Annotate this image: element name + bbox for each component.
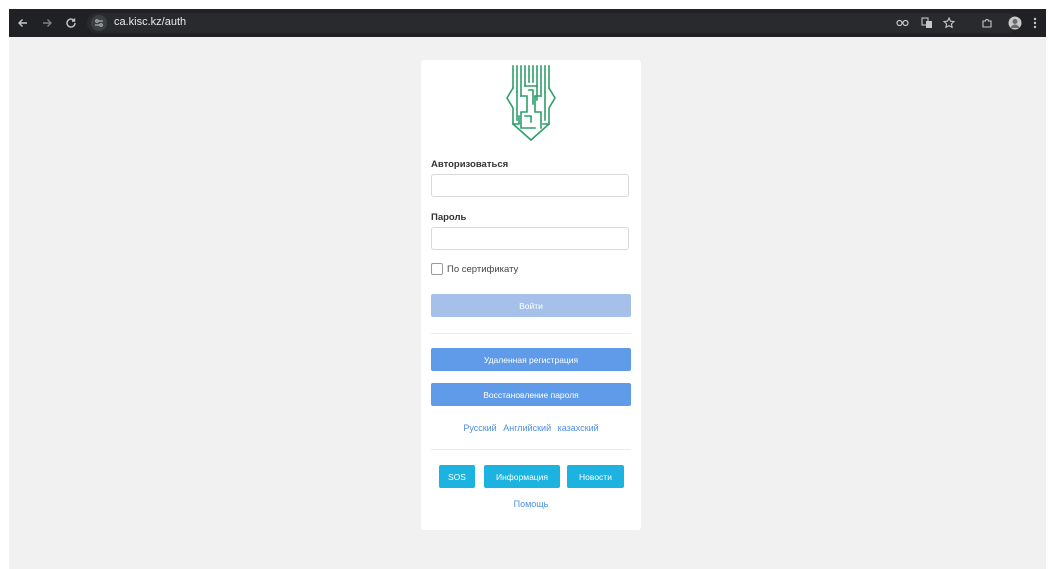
kisc-logo [505, 64, 557, 144]
browser-window: ca.kisc.kz/auth Авторизоваться Пароль По… [9, 9, 1046, 569]
profile-avatar-icon[interactable] [1007, 15, 1023, 31]
forward-icon[interactable] [39, 15, 55, 31]
username-label: Авторизоваться [431, 159, 509, 170]
browser-toolbar: ca.kisc.kz/auth [9, 9, 1046, 37]
password-label: Пароль [431, 212, 467, 223]
sos-button[interactable]: SOS [439, 465, 475, 488]
certificate-label: По сертификату [447, 263, 519, 275]
divider [431, 449, 631, 450]
language-switcher: Русский Английский казахский [421, 423, 641, 433]
language-link-russian[interactable]: Русский [463, 423, 496, 433]
back-icon[interactable] [15, 15, 31, 31]
language-link-kazakh[interactable]: казахский [558, 423, 599, 433]
language-link-english[interactable]: Английский [503, 423, 551, 433]
password-key-icon[interactable] [895, 15, 911, 31]
news-button[interactable]: Новости [567, 465, 624, 488]
url-text[interactable]: ca.kisc.kz/auth [114, 16, 186, 28]
certificate-option[interactable]: По сертификату [431, 263, 518, 275]
extensions-icon[interactable] [979, 15, 995, 31]
divider [431, 333, 631, 334]
site-info-icon[interactable] [91, 15, 107, 31]
reload-icon[interactable] [63, 15, 79, 31]
certificate-checkbox[interactable] [431, 263, 443, 275]
password-input[interactable] [431, 227, 629, 250]
address-bar[interactable] [87, 13, 1017, 33]
login-button[interactable]: Войти [431, 294, 631, 317]
menu-kebab-icon[interactable] [1029, 15, 1041, 31]
password-recovery-button[interactable]: Восстановление пароля [431, 383, 631, 406]
bookmark-star-icon[interactable] [941, 15, 957, 31]
remote-registration-button[interactable]: Удаленная регистрация [431, 348, 631, 371]
login-card: Авторизоваться Пароль По сертификату Вой… [421, 60, 641, 530]
translate-icon[interactable] [919, 15, 935, 31]
info-button[interactable]: Информация [484, 465, 560, 488]
username-input[interactable] [431, 174, 629, 197]
help-link[interactable]: Помощь [421, 499, 641, 509]
